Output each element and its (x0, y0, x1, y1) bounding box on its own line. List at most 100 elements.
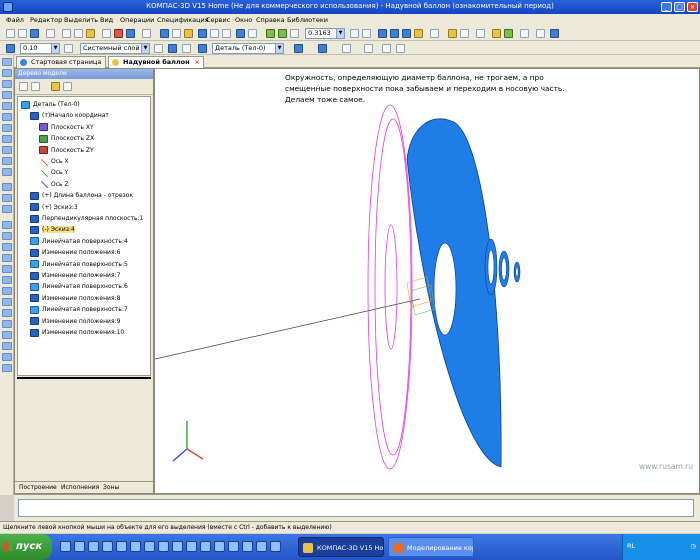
refresh-icon[interactable] (536, 29, 545, 38)
tab-versions[interactable]: Исполнения (61, 484, 99, 491)
compact-pattern-icon[interactable] (2, 342, 12, 350)
compact-spec-icon[interactable] (2, 168, 12, 176)
tree-row[interactable]: Ось X (39, 157, 69, 168)
compact-report-icon[interactable] (2, 183, 12, 191)
manager-icon[interactable] (172, 29, 181, 38)
tab-zones[interactable]: Зоны (103, 484, 119, 491)
compact-geometry-icon[interactable] (2, 80, 12, 88)
compact-chamfer-icon[interactable] (2, 287, 12, 295)
quicklaunch-app4-icon[interactable] (172, 541, 183, 552)
variables-icon[interactable] (198, 29, 207, 38)
layer-dropdown-icon[interactable]: ▼ (141, 44, 149, 53)
compact-fillet-icon[interactable] (2, 276, 12, 284)
fill-icon[interactable] (382, 44, 391, 53)
close-button[interactable]: × (687, 2, 698, 12)
compact-constraints-icon[interactable] (2, 102, 12, 110)
menu-select[interactable]: Выделить (64, 16, 98, 24)
compact-rib-icon[interactable] (2, 309, 12, 317)
zoom-field[interactable]: 0.3163 ▼ (305, 28, 345, 39)
report-icon[interactable] (236, 29, 245, 38)
compact-revolve-icon[interactable] (2, 232, 12, 240)
paste-icon[interactable] (86, 29, 95, 38)
orientation-icon[interactable] (378, 29, 387, 38)
rotate-icon[interactable] (350, 29, 359, 38)
tree-view-icon[interactable] (19, 82, 28, 91)
tree-row[interactable]: Изменение положения:8 (30, 294, 120, 305)
shaded-icon[interactable] (402, 29, 411, 38)
material-icon[interactable] (318, 44, 327, 53)
compact-mirror-icon[interactable] (2, 331, 12, 339)
compact-hole-icon[interactable] (2, 298, 12, 306)
tree-row[interactable]: Изменение положения:10 (30, 328, 124, 339)
compact-sheet-icon[interactable] (2, 205, 12, 213)
tree-row[interactable]: (т)Начало координат (30, 111, 109, 122)
tree-expand-icon[interactable] (63, 82, 72, 91)
pan-icon[interactable] (362, 29, 371, 38)
compact-aux-icon[interactable] (2, 135, 12, 143)
tree-row[interactable]: Ось Y (39, 168, 68, 179)
quicklaunch-media-icon[interactable] (116, 541, 127, 552)
cut-icon[interactable] (62, 29, 71, 38)
zoom-fit-icon[interactable] (290, 29, 299, 38)
tab-start-page[interactable]: Стартовая страница (16, 56, 106, 68)
quicklaunch-app11-icon[interactable] (270, 541, 281, 552)
grid-icon[interactable] (64, 44, 73, 53)
step-field[interactable]: 0.10 ▼ (20, 43, 60, 54)
minimize-button[interactable]: _ (661, 2, 672, 12)
quicklaunch-app10-icon[interactable] (256, 541, 267, 552)
wireframe-icon[interactable] (390, 29, 399, 38)
menu-operations[interactable]: Операции (120, 16, 154, 24)
menu-specification[interactable]: Спецификация (157, 16, 209, 24)
compact-surface-icon[interactable] (2, 113, 12, 121)
quicklaunch-app9-icon[interactable] (242, 541, 253, 552)
compact-sketch-icon[interactable] (2, 69, 12, 77)
perspective-icon[interactable] (414, 29, 423, 38)
part-field[interactable]: Деталь (Тел-0) ▼ (212, 43, 284, 54)
start-button[interactable]: пуск (0, 534, 52, 560)
compact-move-icon[interactable] (2, 364, 12, 372)
task-kompas[interactable]: КОМПАС-3D V15 Ho... (298, 537, 384, 557)
compact-dimensions-icon[interactable] (2, 91, 12, 99)
maximize-button[interactable]: □ (674, 2, 685, 12)
menu-view[interactable]: Вид (100, 16, 113, 24)
layers-icon[interactable] (160, 29, 169, 38)
tree-row[interactable]: Линейчатая поверхность:4 (30, 237, 128, 248)
undo-icon[interactable] (114, 29, 123, 38)
menu-service[interactable]: Сервис (206, 16, 230, 24)
ortho-icon[interactable] (168, 44, 177, 53)
zoom-dropdown-icon[interactable]: ▼ (336, 29, 344, 38)
tree-filter-icon[interactable] (51, 82, 60, 91)
menu-libraries[interactable]: Библиотеки (287, 16, 328, 24)
section-icon[interactable] (460, 29, 469, 38)
tree-row[interactable]: Плоскость ZX (39, 134, 94, 145)
visibility-icon[interactable] (492, 29, 501, 38)
quicklaunch-app3-icon[interactable] (158, 541, 169, 552)
tab-balloon[interactable]: Надувной баллон × (108, 56, 204, 68)
library-icon[interactable] (184, 29, 193, 38)
quicklaunch-app6-icon[interactable] (200, 541, 211, 552)
menu-help[interactable]: Справка (256, 16, 285, 24)
parameters-icon[interactable] (222, 29, 231, 38)
quicklaunch-browser-icon[interactable] (60, 541, 71, 552)
language-indicator[interactable]: RL (627, 542, 635, 550)
compact-sweep-icon[interactable] (2, 254, 12, 262)
model-scene[interactable] (155, 69, 700, 495)
new-icon[interactable] (6, 29, 15, 38)
quicklaunch-mail-icon[interactable] (102, 541, 113, 552)
tree-row[interactable]: Деталь (Тел-0) (21, 100, 80, 111)
extra-icon[interactable] (550, 29, 559, 38)
tree-row[interactable]: (-) Эскиз:4 (30, 225, 75, 236)
compact-edit-icon[interactable] (2, 58, 12, 66)
close-tab-icon[interactable]: × (195, 57, 200, 67)
step-dropdown-icon[interactable]: ▼ (51, 44, 59, 53)
color-icon[interactable] (294, 44, 303, 53)
properties-icon[interactable] (102, 29, 111, 38)
tree-row[interactable]: (+) Длина баллона - отрезок (30, 191, 133, 202)
menu-edit[interactable]: Редактор (30, 16, 62, 24)
menu-file[interactable]: Файл (6, 16, 24, 24)
line-style-icon[interactable] (342, 44, 351, 53)
tree-row[interactable]: Плоскость XY (39, 123, 94, 134)
tree-row[interactable]: Перпендикулярная плоскость:1 (30, 214, 143, 225)
quicklaunch-desktop-icon[interactable] (88, 541, 99, 552)
quicklaunch-app2-icon[interactable] (144, 541, 155, 552)
